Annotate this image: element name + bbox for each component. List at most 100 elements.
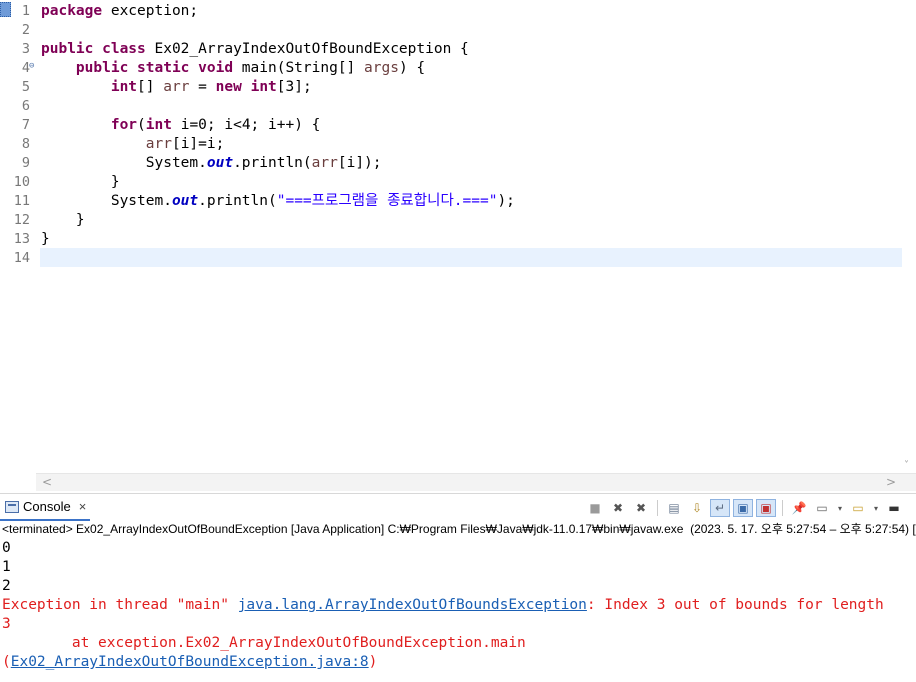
word-wrap-icon[interactable]: ↵ <box>710 499 730 517</box>
code-line[interactable]: public class Ex02_ArrayIndexOutOfBoundEx… <box>41 40 469 59</box>
line-number: 5 <box>21 79 30 95</box>
line-number: 6 <box>21 98 30 114</box>
remove-launch-icon[interactable]: ✖ <box>608 499 628 517</box>
keyword: package <box>41 3 103 19</box>
keyword: int <box>110 79 138 95</box>
variable: arr <box>311 155 338 171</box>
console-icon <box>5 500 19 513</box>
variable: arr <box>163 79 190 95</box>
line-number: 12 <box>13 212 30 228</box>
code-text: [] <box>137 79 164 95</box>
keyword: for <box>110 117 138 133</box>
scroll-lock-icon[interactable]: ⇩ <box>687 499 707 517</box>
fold-collapse-icon[interactable]: ⊖ <box>29 61 34 71</box>
code-line[interactable]: for(int i=0; i<4; i++) { <box>41 116 321 135</box>
code-text: Ex02_ArrayIndexOutOfBoundException { <box>145 41 469 57</box>
remove-all-terminated-icon[interactable]: ✖ <box>631 499 651 517</box>
console-tabbar: Console × ■ ✖ ✖ ▤ ⇩ ↵ ▣ ▣ 📌 ▭ ▾ ▭ ▾ ▬ <box>0 494 916 521</box>
exception-class-link[interactable]: java.lang.ArrayIndexOutOfBoundsException <box>238 597 587 613</box>
code-text: exception; <box>102 3 199 19</box>
source-file-link[interactable]: Ex02_ArrayIndexOutOfBoundException.java:… <box>11 654 369 670</box>
code-text: i=0; i<4; i++) { <box>171 117 321 133</box>
stack-trace-source: (Ex02_ArrayIndexOutOfBoundException.java… <box>2 653 377 672</box>
code-line[interactable]: } <box>41 211 85 230</box>
line-number-gutter: 1 2 3 4 ⊖ 5 6 7 8 9 10 11 12 13 14 <box>0 0 36 473</box>
scroll-left-icon[interactable]: < <box>42 475 52 489</box>
tab-label: Console <box>23 499 71 514</box>
stack-trace-line: at exception.Ex02_ArrayIndexOutOfBoundEx… <box>2 635 526 651</box>
show-stdout-icon[interactable]: ▣ <box>733 499 753 517</box>
line-number: 4 <box>21 60 30 76</box>
paren-close: ) <box>368 654 378 670</box>
keyword: public static void <box>75 60 234 76</box>
console-output-line: 2 <box>2 578 11 594</box>
clear-console-icon[interactable]: ▤ <box>664 499 684 517</box>
code-line[interactable]: } <box>41 230 50 249</box>
display-console-icon[interactable]: ▭ <box>812 499 832 517</box>
code-text: ); <box>497 193 515 209</box>
line-number: 9 <box>21 155 30 171</box>
process-status-line: <terminated> Ex02_ArrayIndexOutOfBoundEx… <box>2 522 916 536</box>
code-text: [i]); <box>337 155 382 171</box>
code-line[interactable]: int[] arr = new int[3]; <box>41 78 312 97</box>
console-output-line: 1 <box>2 559 11 575</box>
exception-line-continued: 3 <box>2 616 11 632</box>
code-line[interactable]: System.out.println(arr[i]); <box>41 154 382 173</box>
console-output-line: 0 <box>2 540 11 556</box>
minimize-icon[interactable]: ▬ <box>884 499 904 517</box>
exception-prefix: Exception in thread "main" <box>2 597 238 613</box>
string-literal: "===프로그램을 종료합니다.===" <box>276 193 498 209</box>
line-number: 13 <box>13 231 30 247</box>
code-text: ) { <box>398 60 426 76</box>
close-icon[interactable]: × <box>79 499 87 514</box>
code-editor[interactable]: 1 2 3 4 ⊖ 5 6 7 8 9 10 11 12 13 14 packa… <box>0 0 916 491</box>
line-number: 10 <box>13 174 30 190</box>
variable: args <box>364 60 399 76</box>
code-text: [3]; <box>276 79 312 95</box>
scroll-right-icon[interactable]: > <box>886 475 896 489</box>
line-number: 7 <box>21 117 30 133</box>
code-text: .println( <box>233 155 312 171</box>
keyword: int <box>145 117 172 133</box>
toolbar-separator <box>657 500 658 516</box>
paren-open: ( <box>2 654 11 670</box>
line-number: 14 <box>13 250 30 266</box>
horizontal-scrollbar[interactable]: < > <box>36 473 916 491</box>
chevron-down-icon[interactable]: ▾ <box>835 499 845 517</box>
console-view: Console × ■ ✖ ✖ ▤ ⇩ ↵ ▣ ▣ 📌 ▭ ▾ ▭ ▾ ▬ <t… <box>0 493 916 682</box>
static-field: out <box>206 155 234 171</box>
current-line-highlight <box>40 248 902 267</box>
vertical-scrollbar[interactable]: ˅ <box>902 0 916 473</box>
chevron-down-icon[interactable]: ▾ <box>871 499 881 517</box>
code-line[interactable]: System.out.println("===프로그램을 종료합니다.===")… <box>41 192 515 211</box>
new-console-icon[interactable]: ▭ <box>848 499 868 517</box>
line-number: 3 <box>21 41 30 57</box>
tab-console[interactable]: Console × <box>0 494 90 521</box>
code-line[interactable]: public static void main(String[] args) { <box>41 59 425 78</box>
code-line[interactable]: } <box>41 173 120 192</box>
code-line[interactable]: package exception; <box>41 2 198 21</box>
code-text: .println( <box>198 193 277 209</box>
code-text: [i]=i; <box>171 136 225 152</box>
line-number: 2 <box>21 22 30 38</box>
line-number: 11 <box>13 193 30 209</box>
code-text: = <box>189 79 216 95</box>
terminate-icon[interactable]: ■ <box>585 499 605 517</box>
code-text: System. <box>110 193 172 209</box>
scroll-down-icon[interactable]: ˅ <box>904 460 909 471</box>
code-line[interactable]: arr[i]=i; <box>41 135 225 154</box>
keyword: new <box>215 79 242 95</box>
pin-console-icon[interactable]: 📌 <box>789 499 809 517</box>
console-toolbar: ■ ✖ ✖ ▤ ⇩ ↵ ▣ ▣ 📌 ▭ ▾ ▭ ▾ ▬ <box>585 498 907 518</box>
exception-message: : Index 3 out of bounds for length <box>586 597 884 613</box>
code-text: System. <box>145 155 207 171</box>
show-stderr-icon[interactable]: ▣ <box>756 499 776 517</box>
static-field: out <box>171 193 199 209</box>
